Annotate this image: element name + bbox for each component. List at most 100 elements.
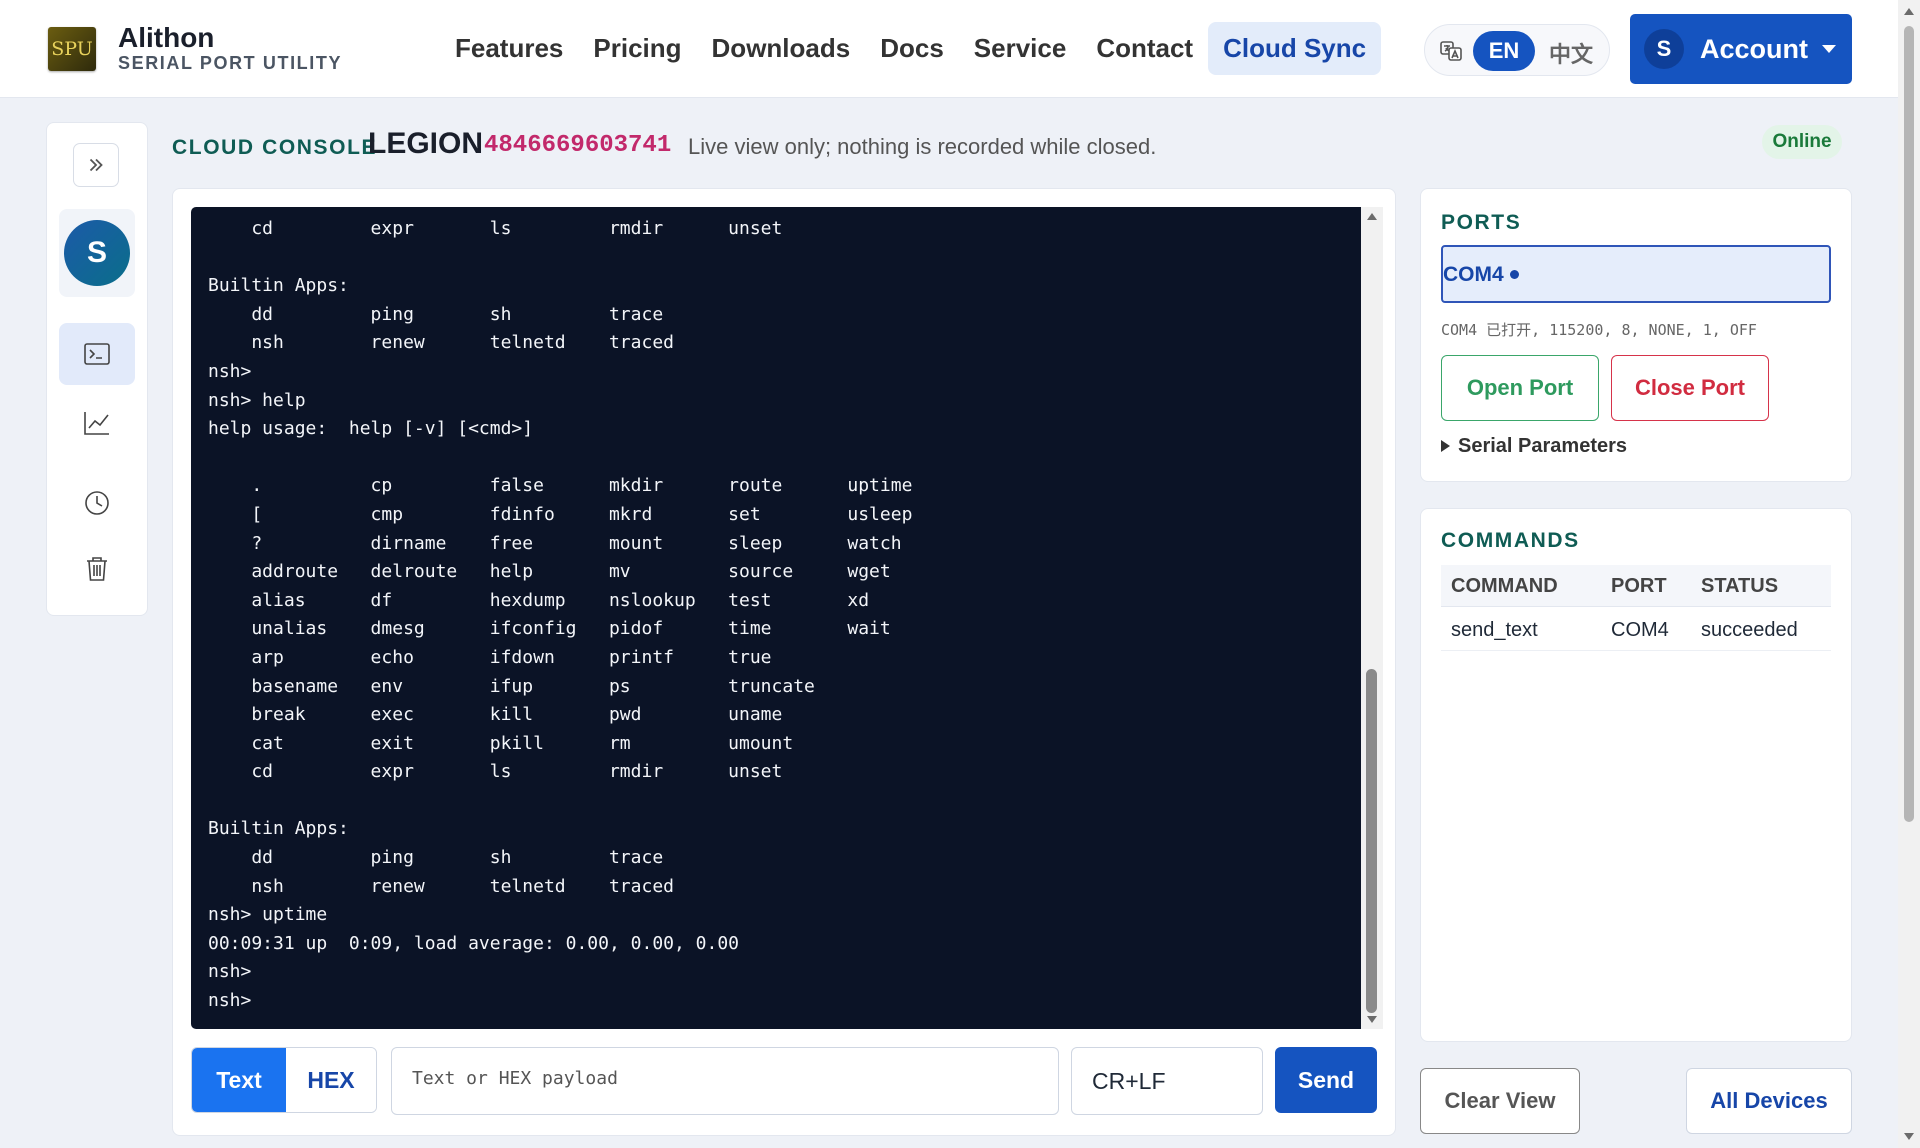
history-icon (85, 491, 109, 515)
brand-logo[interactable]: SPU (48, 27, 96, 71)
nav-pricing[interactable]: Pricing (578, 22, 696, 75)
terminal-line: 00:09:31 up 0:09, load average: 0.00, 0.… (208, 932, 740, 954)
terminal-line: Builtin Apps: (208, 275, 349, 297)
device-name: LEGION (368, 127, 484, 160)
terminal-line: alias df hexdump nslookup test xd (208, 589, 870, 611)
brand-name[interactable]: Alithon (118, 22, 214, 54)
terminal-lines: cd expr ls rmdir unset Builtin Apps: dd … (208, 215, 912, 1016)
terminal-line: help usage: help [-v] [<cmd>] (208, 418, 534, 440)
top-header: SPU Alithon SERIAL PORT UTILITY Features… (0, 0, 1920, 98)
terminal-line: nsh renew telnetd traced (208, 332, 674, 354)
user-avatar: S (64, 220, 130, 286)
caret-down-icon (1822, 45, 1836, 53)
terminal-line: nsh> uptime (208, 904, 328, 926)
terminal-scrollbar[interactable] (1361, 207, 1383, 1029)
scroll-down-icon[interactable] (1904, 1133, 1914, 1140)
page-scrollbar[interactable] (1898, 0, 1920, 1148)
mode-text-button[interactable]: Text (192, 1048, 286, 1112)
sidebar-item-history[interactable] (59, 473, 135, 533)
ports-title: PORTS (1441, 211, 1522, 234)
expand-icon (89, 158, 103, 172)
terminal-line: [ cmp fdinfo mkrd set usleep (208, 503, 913, 525)
close-port-button[interactable]: Close Port (1611, 355, 1769, 421)
nav-docs[interactable]: Docs (865, 22, 959, 75)
sidebar-item-trash[interactable] (59, 539, 135, 599)
lang-zh-button[interactable]: 中文 (1549, 37, 1593, 69)
mode-hex-button[interactable]: HEX (286, 1048, 376, 1112)
line-ending-select[interactable]: CR+LF (1071, 1047, 1263, 1115)
terminal-line: Builtin Apps: (208, 818, 349, 840)
lang-en-button[interactable]: EN (1473, 31, 1535, 71)
serial-parameters-toggle[interactable]: Serial Parameters (1441, 435, 1627, 458)
payload-input[interactable] (391, 1047, 1059, 1115)
triangle-right-icon (1441, 440, 1450, 452)
nav-downloads[interactable]: Downloads (697, 22, 866, 75)
device-id: 4846669603741 (484, 132, 672, 159)
terminal-scroll-thumb[interactable] (1366, 669, 1377, 1013)
page-scroll-thumb[interactable] (1904, 26, 1914, 822)
nav-features[interactable]: Features (440, 22, 578, 75)
nav-cloud-sync[interactable]: Cloud Sync (1208, 22, 1382, 75)
commands-title: COMMANDS (1441, 529, 1580, 552)
terminal-card: cd expr ls rmdir unset Builtin Apps: dd … (172, 188, 1396, 1136)
terminal-line: dd ping sh trace (208, 303, 664, 325)
ports-card: PORTS COM4 COM4 已打开, 115200, 8, NONE, 1,… (1420, 188, 1852, 482)
scroll-down-icon[interactable] (1367, 1016, 1377, 1023)
terminal-line: basename env ifup ps truncate (208, 675, 815, 697)
chart-icon (84, 412, 109, 435)
terminal-line: arp echo ifdown printf true (208, 646, 772, 668)
commands-card: COMMANDS COMMAND PORT STATUS send_text C… (1420, 508, 1852, 1042)
serial-parameters-label: Serial Parameters (1458, 435, 1628, 457)
terminal-output[interactable]: cd expr ls rmdir unset Builtin Apps: dd … (191, 207, 1361, 1029)
trash-icon (87, 557, 107, 581)
account-label: Account (1700, 34, 1808, 64)
scroll-up-icon[interactable] (1367, 213, 1377, 220)
terminal-line: addroute delroute help mv source wget (208, 561, 891, 583)
column-header-command: COMMAND (1451, 575, 1558, 597)
port-open-dot-icon (1509, 270, 1519, 279)
column-header-port: PORT (1611, 575, 1667, 597)
all-devices-button[interactable]: All Devices (1686, 1068, 1852, 1134)
terminal-line: nsh> (208, 990, 252, 1012)
sidebar-item-terminal[interactable] (59, 323, 135, 385)
terminal-line: break exec kill pwd uname (208, 704, 783, 726)
table-row[interactable]: send_text COM4 succeeded (1441, 607, 1831, 651)
column-header-status: STATUS (1701, 575, 1779, 597)
clear-view-button[interactable]: Clear View (1420, 1068, 1580, 1134)
terminal-line: nsh> (208, 360, 252, 382)
payload-mode-toggle: Text HEX (191, 1047, 377, 1113)
nav-service[interactable]: Service (959, 22, 1082, 75)
left-sidebar: S (46, 122, 148, 616)
terminal-line: nsh> (208, 961, 252, 983)
user-avatar-button[interactable]: S (59, 209, 135, 297)
terminal-line: nsh renew telnetd traced (208, 875, 674, 897)
terminal-line: cat exit pkill rm umount (208, 732, 794, 754)
open-port-button[interactable]: Open Port (1441, 355, 1599, 421)
sidebar-item-chart[interactable] (59, 393, 135, 453)
translate-icon (1440, 41, 1462, 61)
terminal-line: . cp false mkdir route uptime (208, 475, 913, 497)
terminal-line: cd expr ls rmdir unset (208, 218, 783, 239)
brand-subtitle: SERIAL PORT UTILITY (118, 53, 343, 73)
scroll-up-icon[interactable] (1904, 8, 1914, 15)
status-badge: Online (1762, 125, 1842, 159)
port-name: COM4 (1443, 263, 1504, 286)
account-avatar: S (1644, 29, 1684, 69)
send-button[interactable]: Send (1275, 1047, 1377, 1113)
expand-sidebar-button[interactable] (73, 143, 119, 187)
terminal-line: dd ping sh trace (208, 847, 664, 869)
terminal-line: cd expr ls rmdir unset (208, 761, 783, 783)
cell-command: send_text (1451, 619, 1538, 641)
terminal-icon (84, 343, 110, 365)
nav-contact[interactable]: Contact (1081, 22, 1208, 75)
port-select[interactable]: COM4 (1441, 245, 1831, 303)
terminal-line: unalias dmesg ifconfig pidof time wait (208, 618, 891, 640)
account-button[interactable]: S Account (1630, 14, 1852, 84)
commands-table-header: COMMAND PORT STATUS (1441, 565, 1831, 607)
main-nav: Features Pricing Downloads Docs Service … (440, 22, 1382, 75)
port-select-value: COM4 (1443, 263, 1519, 287)
console-note: Live view only; nothing is recorded whil… (688, 134, 1157, 159)
